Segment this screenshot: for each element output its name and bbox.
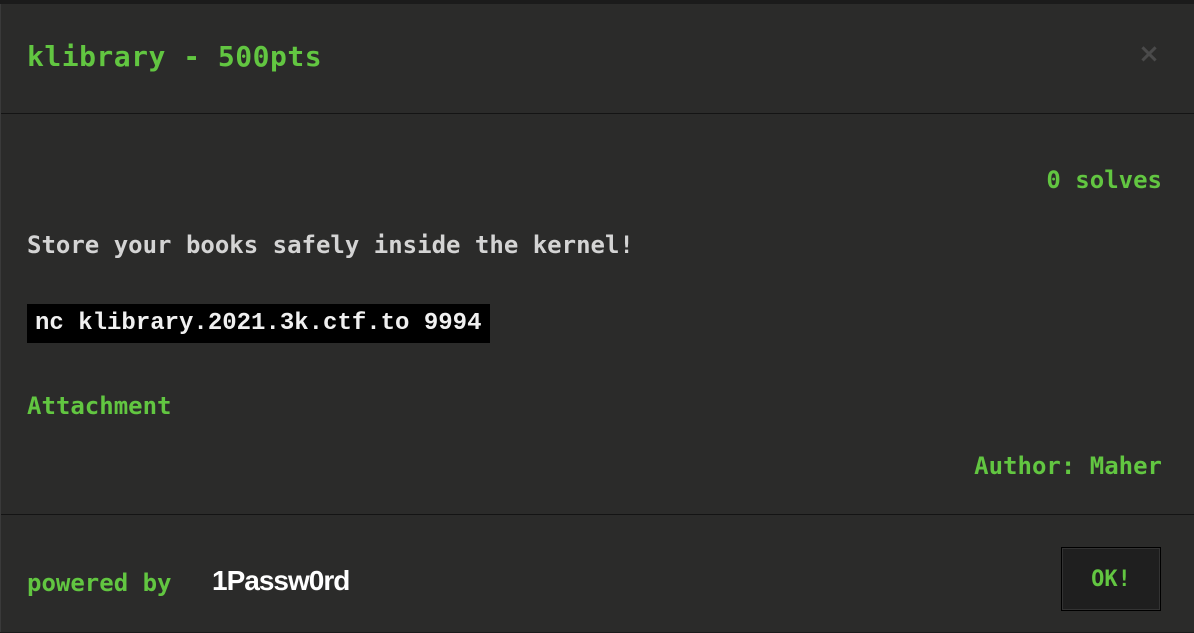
attachment-link[interactable]: Attachment	[27, 392, 172, 420]
modal-footer: powered by 1Passw0rd OK!	[1, 514, 1194, 633]
powered-by-text: powered by	[27, 569, 172, 597]
connection-command: nc klibrary.2021.3k.ctf.to 9994	[27, 304, 491, 343]
ok-button[interactable]: OK!	[1061, 547, 1161, 611]
challenge-description: Store your books safely inside the kerne…	[27, 231, 634, 259]
modal-title: klibrary - 500pts	[27, 40, 323, 73]
modal-body: 0 solves Store your books safely inside …	[1, 114, 1194, 514]
challenge-modal: klibrary - 500pts × 0 solves Store your …	[0, 4, 1194, 632]
sponsor-logo: 1Passw0rd	[212, 565, 350, 596]
challenge-author: Author: Maher	[974, 452, 1162, 480]
modal-header: klibrary - 500pts ×	[1, 4, 1194, 114]
close-icon[interactable]: ×	[1135, 40, 1163, 68]
solves-count: 0 solves	[1046, 166, 1162, 194]
